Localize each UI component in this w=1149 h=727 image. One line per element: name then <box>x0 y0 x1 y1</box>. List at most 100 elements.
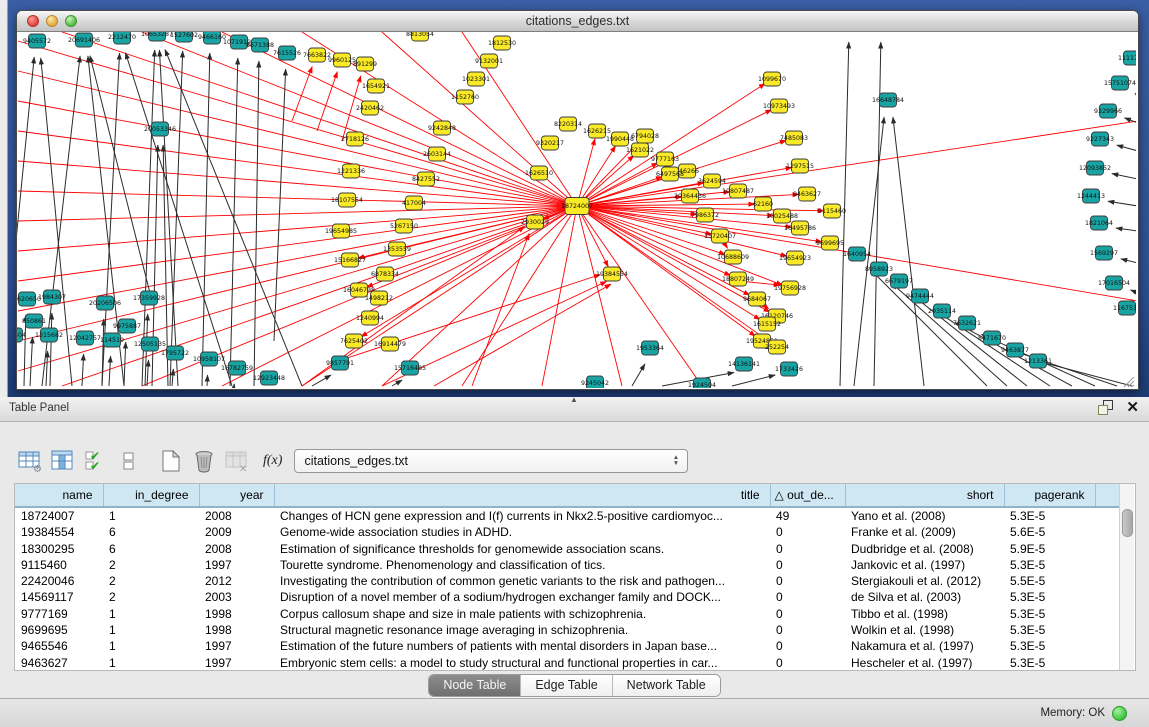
table-cell[interactable]: 1997 <box>199 655 274 671</box>
table-row[interactable]: 969969511998Structural magnetic resonanc… <box>15 622 1122 638</box>
table-cell[interactable]: 5.3E-5 <box>1004 622 1095 638</box>
table-select-dropdown[interactable]: citations_edges.txt ▲▼ <box>294 449 688 473</box>
table-cell[interactable]: Stergiakouli et al. (2012) <box>845 573 1004 589</box>
table-cell[interactable]: 5.3E-5 <box>1004 638 1095 654</box>
table-cell[interactable] <box>1095 524 1122 540</box>
table-cell[interactable]: 19384554 <box>15 524 103 540</box>
table-row[interactable]: 946554611997Estimation of the future num… <box>15 638 1122 654</box>
network-window[interactable]: citations_edges.txt 94055722069140622124… <box>16 10 1139 390</box>
table-cell[interactable]: Estimation of the future numbers of pati… <box>274 638 770 654</box>
table-cell[interactable]: 9699695 <box>15 622 103 638</box>
table-cell[interactable]: 1 <box>103 606 199 622</box>
create-column-icon[interactable] <box>159 449 183 473</box>
table-vertical-scrollbar[interactable] <box>1119 484 1134 670</box>
table-cell[interactable] <box>1095 541 1122 557</box>
table-cell[interactable]: Hescheler et al. (1997) <box>845 655 1004 671</box>
table-cell[interactable] <box>1095 622 1122 638</box>
column-header-name[interactable]: name <box>15 484 103 507</box>
table-cell[interactable]: Structural magnetic resonance image aver… <box>274 622 770 638</box>
table-row[interactable]: 1938455462009Genome-wide association stu… <box>15 524 1122 540</box>
node-table[interactable]: namein_degreeyeartitle△ out_de...shortpa… <box>14 483 1136 671</box>
table-cell[interactable]: Wolkin et al. (1998) <box>845 622 1004 638</box>
table-cell[interactable]: 1998 <box>199 606 274 622</box>
column-header-filler[interactable] <box>1095 484 1122 507</box>
dropdown-stepper-icon[interactable]: ▲▼ <box>670 452 681 470</box>
table-cell[interactable]: Embryonic stem cells: a model to study s… <box>274 655 770 671</box>
table-cell[interactable]: 1 <box>103 638 199 654</box>
table-cell[interactable]: Investigating the contribution of common… <box>274 573 770 589</box>
table-cell[interactable]: 1997 <box>199 638 274 654</box>
table-cell[interactable] <box>1095 507 1122 524</box>
table-cell[interactable]: Tibbo et al. (1998) <box>845 606 1004 622</box>
scrollbar-thumb[interactable] <box>1122 509 1133 537</box>
column-header-title[interactable]: title <box>274 484 770 507</box>
table-cell[interactable]: 22420046 <box>15 573 103 589</box>
table-cell[interactable]: Dudbridge et al. (2008) <box>845 541 1004 557</box>
table-cell[interactable]: 9777169 <box>15 606 103 622</box>
close-panel-icon[interactable]: ✕ <box>1126 400 1139 415</box>
table-cell[interactable]: Changes of HCN gene expression and I(f) … <box>274 507 770 524</box>
table-cell[interactable]: 5.3E-5 <box>1004 606 1095 622</box>
table-cell[interactable]: Franke et al. (2009) <box>845 524 1004 540</box>
table-cell[interactable]: 2012 <box>199 573 274 589</box>
delete-column-icon[interactable] <box>192 449 216 473</box>
resize-grip[interactable] <box>1124 377 1134 387</box>
table-row[interactable]: 977716911998Corpus callosum shape and si… <box>15 606 1122 622</box>
table-cell[interactable] <box>1095 557 1122 573</box>
memory-status-icon[interactable] <box>1112 706 1127 721</box>
table-cell[interactable]: 5.3E-5 <box>1004 507 1095 524</box>
table-cell[interactable]: 0 <box>770 638 845 654</box>
table-cell[interactable]: de Silva et al. (2003) <box>845 589 1004 605</box>
table-cell[interactable]: 0 <box>770 573 845 589</box>
table-cell[interactable]: Tourette syndrome. Phenomenology and cla… <box>274 557 770 573</box>
table-cell[interactable]: 2008 <box>199 507 274 524</box>
table-cell[interactable]: Jankovic et al. (1997) <box>845 557 1004 573</box>
table-cell[interactable]: Corpus callosum shape and size in male p… <box>274 606 770 622</box>
table-cell[interactable]: 1 <box>103 507 199 524</box>
table-cell[interactable]: 2 <box>103 557 199 573</box>
table-cell[interactable]: 0 <box>770 655 845 671</box>
table-row[interactable]: 911546021997Tourette syndrome. Phenomeno… <box>15 557 1122 573</box>
table-header-row[interactable]: namein_degreeyeartitle△ out_de...shortpa… <box>15 484 1122 507</box>
table-cell[interactable]: Nakamura et al. (1997) <box>845 638 1004 654</box>
table-cell[interactable]: 0 <box>770 557 845 573</box>
table-cell[interactable]: 18300295 <box>15 541 103 557</box>
column-header-short[interactable]: short <box>845 484 1004 507</box>
table-cell[interactable]: 0 <box>770 589 845 605</box>
table-cell[interactable]: 18724007 <box>15 507 103 524</box>
tab-edge-table[interactable]: Edge Table <box>520 675 611 696</box>
column-header-pagerank[interactable]: pagerank <box>1004 484 1095 507</box>
column-header-out_de...[interactable]: △ out_de... <box>770 484 845 507</box>
table-cell[interactable] <box>1095 606 1122 622</box>
table-mode-icon[interactable]: ⚙ <box>18 449 42 473</box>
table-cell[interactable]: 2008 <box>199 541 274 557</box>
table-cell[interactable]: 2003 <box>199 589 274 605</box>
table-cell[interactable]: Yano et al. (2008) <box>845 507 1004 524</box>
table-cell[interactable]: 5.3E-5 <box>1004 655 1095 671</box>
table-cell[interactable]: 5.3E-5 <box>1004 589 1095 605</box>
row-panes-icon[interactable] <box>117 449 141 473</box>
table-cell[interactable]: 6 <box>103 524 199 540</box>
table-cell[interactable] <box>1095 573 1122 589</box>
network-window-titlebar[interactable]: citations_edges.txt <box>17 11 1138 32</box>
tab-network-table[interactable]: Network Table <box>612 675 720 696</box>
table-cell[interactable]: 1 <box>103 622 199 638</box>
table-row[interactable]: 946362711997Embryonic stem cells: a mode… <box>15 655 1122 671</box>
table-row[interactable]: 1872400712008Changes of HCN gene express… <box>15 507 1122 524</box>
table-row[interactable]: 1456911722003Disruption of a novel membe… <box>15 589 1122 605</box>
column-header-year[interactable]: year <box>199 484 274 507</box>
table-cell[interactable] <box>1095 589 1122 605</box>
show-columns-icon[interactable] <box>51 449 75 473</box>
table-cell[interactable]: 5.6E-5 <box>1004 524 1095 540</box>
table-cell[interactable]: 49 <box>770 507 845 524</box>
column-header-in_degree[interactable]: in_degree <box>103 484 199 507</box>
tab-node-table[interactable]: Node Table <box>429 675 520 696</box>
splitter-handle-icon[interactable]: ▲ <box>570 395 578 404</box>
float-panel-icon[interactable] <box>1098 400 1113 415</box>
network-graph[interactable]: 9405572206914062212470106532871527602946… <box>17 32 1136 388</box>
table-panel-titlebar[interactable]: ▲ Table Panel ✕ <box>0 397 1149 422</box>
table-cell[interactable] <box>1095 655 1122 671</box>
table-cell[interactable] <box>1095 638 1122 654</box>
table-cell[interactable]: Disruption of a novel member of a sodium… <box>274 589 770 605</box>
attribute-table[interactable]: namein_degreeyeartitle△ out_de...shortpa… <box>15 484 1123 671</box>
